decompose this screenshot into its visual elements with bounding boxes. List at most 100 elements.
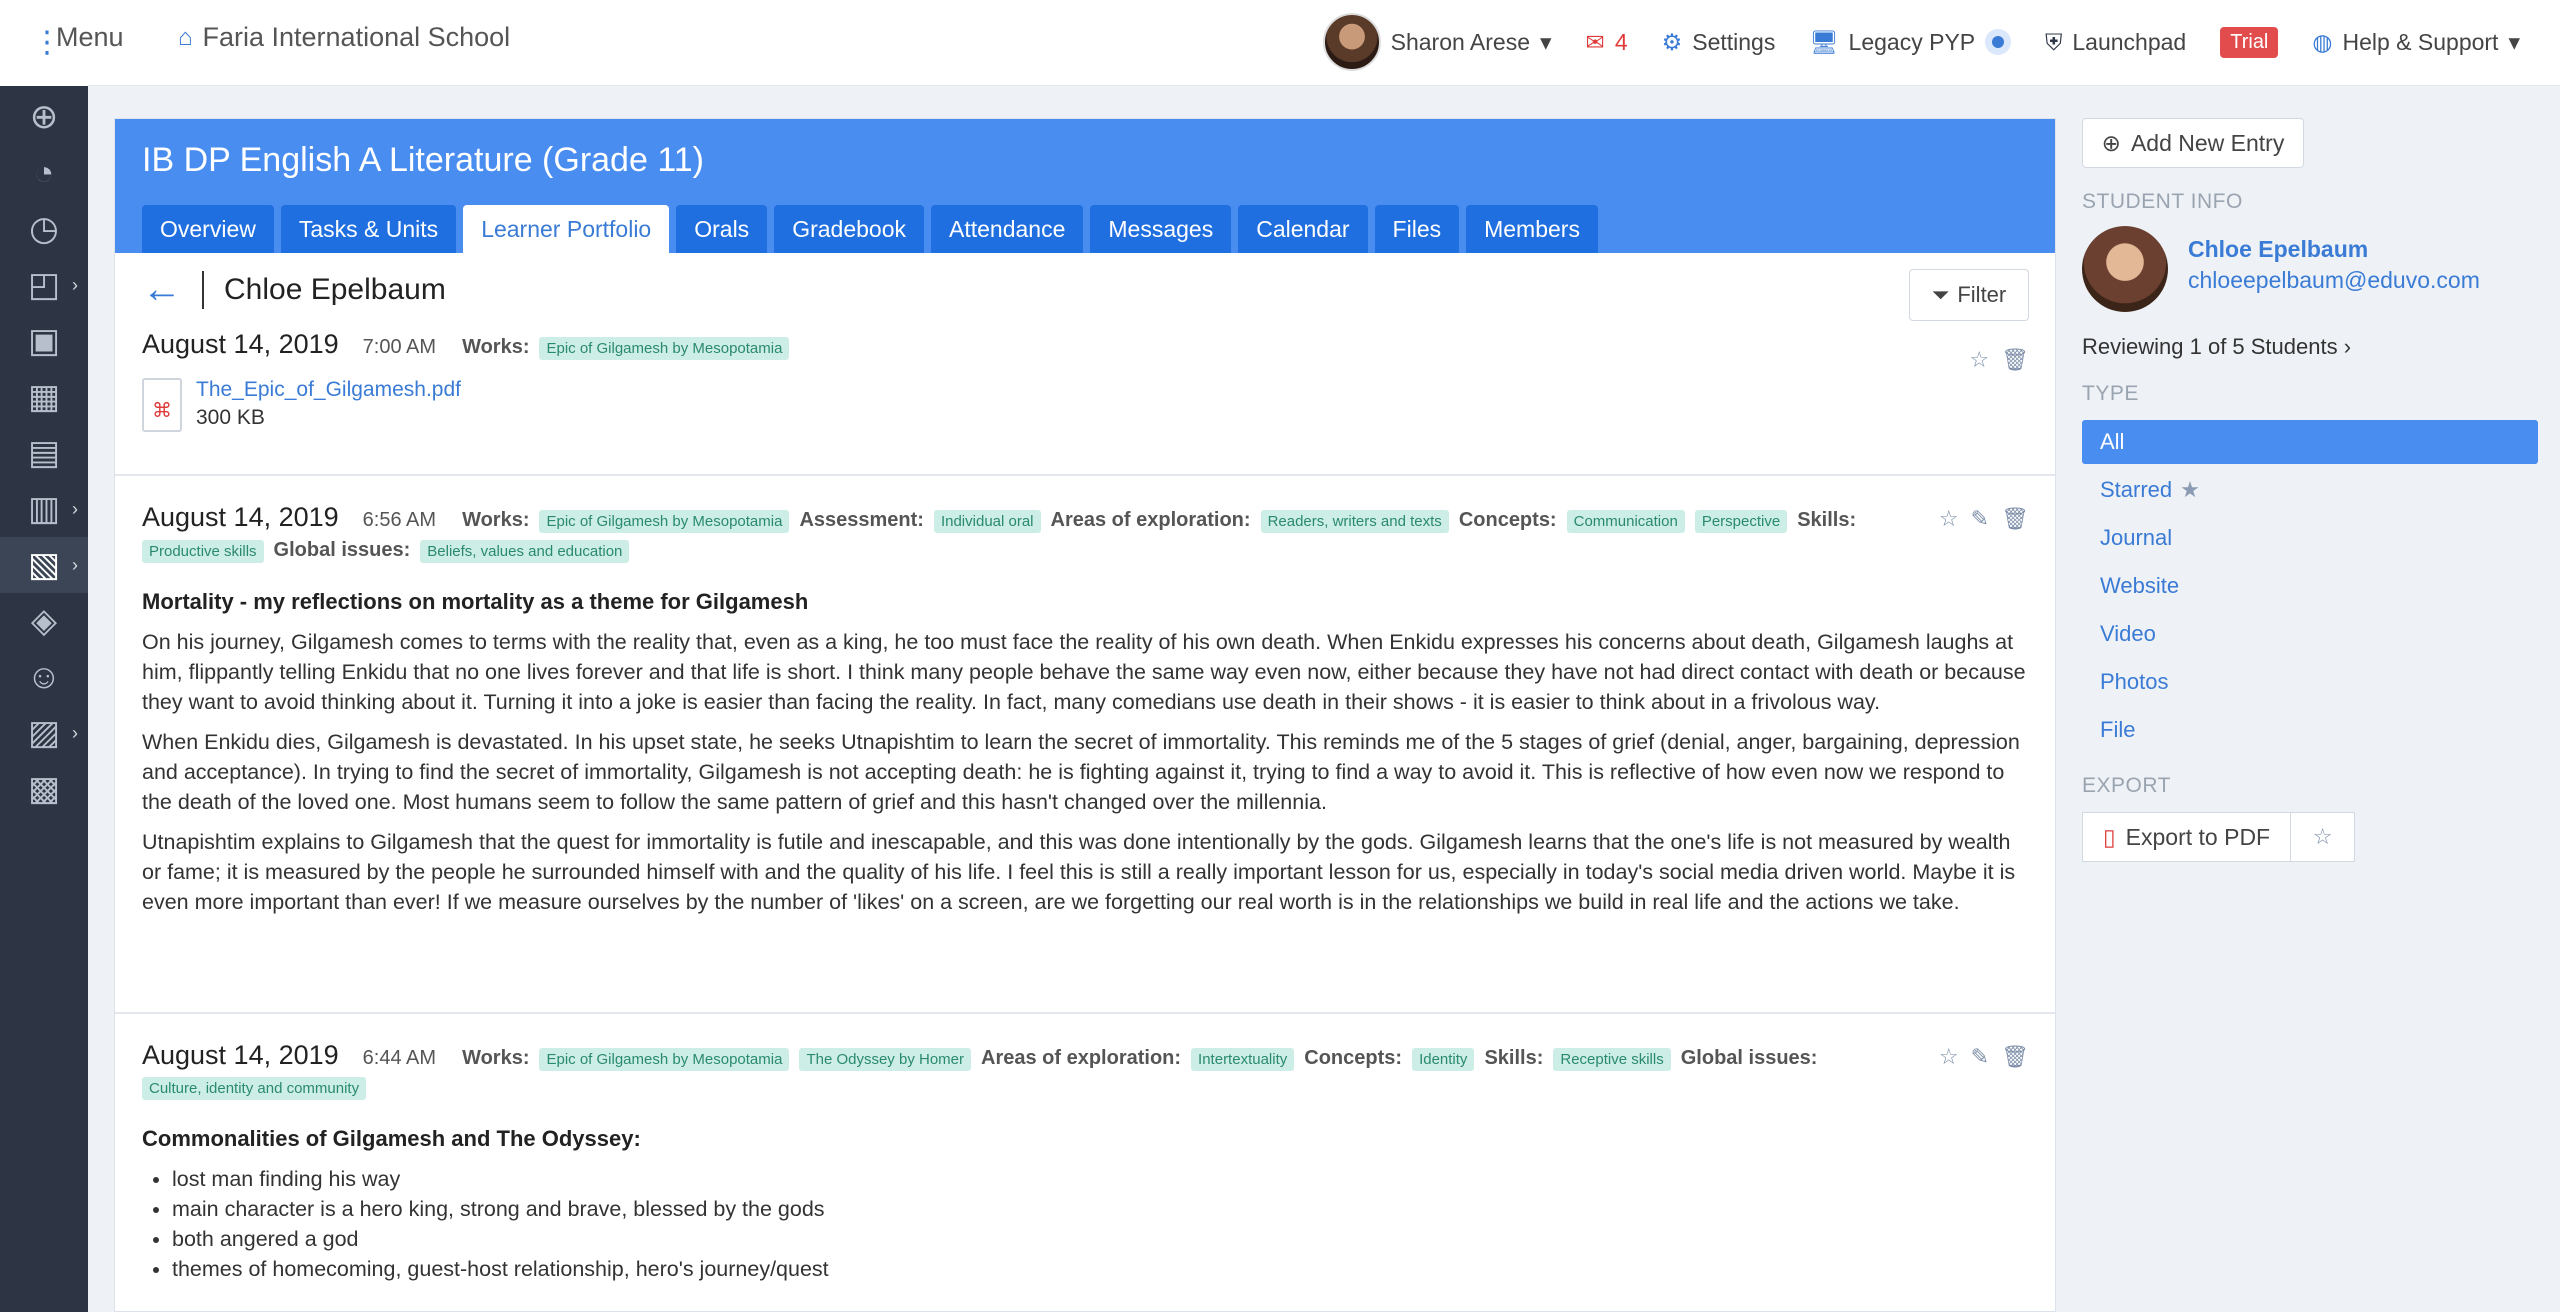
works-tag[interactable]: Epic of Gilgamesh by Mesopotamia — [539, 337, 790, 360]
rail-calendar[interactable]: ▩ — [0, 761, 88, 817]
concept-tag[interactable]: Identity — [1412, 1048, 1475, 1071]
rail-reports[interactable]: ▤ — [0, 425, 88, 481]
globe-icon: ◍ — [2312, 28, 2333, 55]
entry-date: August 14, 2019 — [142, 1040, 339, 1070]
launchpad-label: Launchpad — [2072, 28, 2187, 55]
legacy-pyp-button[interactable]: 🖥 Legacy PYP — [1809, 28, 2012, 56]
student-name-link[interactable]: Chloe Epelbaum — [2188, 236, 2480, 263]
areas-label: Areas of exploration: — [1050, 509, 1251, 531]
rail-classes[interactable]: ▥ › — [0, 481, 88, 537]
assessment-tag[interactable]: Individual oral — [933, 510, 1041, 533]
trial-badge: Trial — [2220, 26, 2279, 58]
works-label: Works: — [462, 336, 530, 358]
help-support-menu[interactable]: ◍ Help & Support ▾ — [2312, 29, 2520, 56]
file-size: 300 KB — [196, 406, 265, 429]
gear-icon: ⚙ — [1661, 28, 1683, 55]
entry-actions: ☆ 🗑 — [1969, 347, 2029, 373]
mail-count: 4 — [1614, 28, 1628, 55]
file-link[interactable]: The_Epic_of_Gilgamesh.pdf — [196, 378, 461, 402]
reviewing-link[interactable]: Reviewing 1 of 5 Students › — [2082, 334, 2538, 360]
home-icon: ⌂ — [178, 23, 193, 51]
rail-teaching[interactable]: ▧ › — [0, 537, 88, 593]
export-label: EXPORT — [2082, 774, 2171, 797]
rail-timer[interactable]: ◷ — [0, 201, 88, 257]
concept-tag[interactable]: Communication — [1566, 510, 1685, 533]
trash-icon[interactable]: 🗑 — [2001, 506, 2029, 532]
areas-tag[interactable]: Readers, writers and texts — [1260, 510, 1449, 533]
type-video[interactable]: Video — [2082, 612, 2538, 656]
entry-actions: ☆ ✎ 🗑 — [1939, 506, 2029, 532]
rail-cube[interactable]: ◈ — [0, 593, 88, 649]
pencil-icon[interactable]: ✎ — [1971, 1044, 1989, 1070]
plus-circle-icon: ⊕ — [2101, 129, 2121, 156]
type-file[interactable]: File — [2082, 708, 2538, 752]
trash-icon[interactable]: 🗑 — [2001, 347, 2029, 373]
type-journal[interactable]: Journal — [2082, 516, 2538, 560]
add-entry-label: Add New Entry — [2130, 129, 2285, 156]
star-icon[interactable]: ☆ — [1939, 506, 1959, 532]
works-tag[interactable]: Epic of Gilgamesh by Mesopotamia — [539, 1048, 790, 1071]
files-icon: ▨ — [27, 714, 61, 752]
add-new-entry-button[interactable]: ⊕ Add New Entry — [2082, 118, 2304, 168]
star-icon: ☆ — [2312, 824, 2333, 849]
entry-time: 7:00 AM — [362, 336, 437, 358]
type-photos[interactable]: Photos — [2082, 660, 2538, 704]
reviewing-label: Reviewing 1 of 5 Students — [2082, 334, 2338, 359]
toggle-indicator[interactable] — [1985, 29, 2012, 55]
type-all[interactable]: All — [2082, 420, 2538, 464]
entry-meta: August 14, 2019 6:44 AM Works: Epic of G… — [142, 1040, 2028, 1100]
works-tag[interactable]: The Odyssey by Homer — [799, 1048, 971, 1071]
star-icon[interactable]: ☆ — [1969, 347, 1989, 373]
type-starred[interactable]: Starred ★ — [2082, 468, 2538, 512]
type-filter-list: All Starred ★ Journal Website Video Phot… — [2082, 420, 2538, 752]
rail-people[interactable]: ☺ — [0, 649, 88, 705]
rail-analytics[interactable]: ◰ › — [0, 257, 88, 313]
plus-circle-icon: ⊕ — [29, 98, 59, 136]
map-icon: ▦ — [27, 378, 61, 416]
list-item: main character is a hero king, strong an… — [172, 1194, 2028, 1224]
type-website[interactable]: Website — [2082, 564, 2538, 608]
rail-dashboard[interactable]: ◔ — [0, 145, 88, 201]
export-controls: ▯ Export to PDF ☆ — [2082, 812, 2538, 862]
briefcase-icon: ▣ — [27, 322, 61, 360]
user-menu[interactable]: Sharon Arese ▾ — [1322, 13, 1552, 71]
rail-map[interactable]: ▦ — [0, 369, 88, 425]
rail-add[interactable]: ⊕ — [0, 89, 88, 145]
student-info: Chloe Epelbaum chloeepelbaum@eduvo.com — [2082, 226, 2538, 312]
entry-meta: August 14, 2019 6:56 AM Works: Epic of G… — [142, 502, 2028, 563]
course-title: IB DP English A Literature (Grade 11) — [142, 141, 704, 179]
export-starred-button[interactable]: ☆ — [2291, 812, 2356, 862]
entry-paragraph: Utnapishtim explains to Gilgamesh that t… — [142, 830, 2016, 914]
student-email-link[interactable]: chloeepelbaum@eduvo.com — [2188, 267, 2480, 294]
works-tag[interactable]: Epic of Gilgamesh by Mesopotamia — [539, 510, 790, 533]
chevron-right-icon: › — [2343, 334, 2352, 359]
skills-tag[interactable]: Receptive skills — [1553, 1048, 1671, 1071]
star-icon[interactable]: ☆ — [1939, 1044, 1959, 1070]
concepts-label: Concepts: — [1304, 1047, 1403, 1069]
monitor-icon: 🖥 — [1809, 28, 1839, 55]
rail-files[interactable]: ▨ › — [0, 705, 88, 761]
launchpad-button[interactable]: ⛨ Launchpad — [2045, 29, 2186, 56]
rail-briefcase[interactable]: ▣ — [0, 313, 88, 369]
portfolio-entry: ☆ ✎ 🗑 August 14, 2019 6:44 AM Works: Epi… — [115, 1012, 2055, 1312]
skills-tag[interactable]: Productive skills — [142, 540, 264, 563]
caret-down-icon: ▾ — [1539, 28, 1552, 55]
global-issues-tag[interactable]: Culture, identity and community — [142, 1077, 367, 1100]
entry-title: Commonalities of Gilgamesh and The Odyss… — [142, 1126, 641, 1151]
user-name: Sharon Arese — [1390, 28, 1530, 55]
global-issues-tag[interactable]: Beliefs, values and education — [420, 540, 630, 563]
pencil-icon[interactable]: ✎ — [1971, 506, 1989, 532]
works-label: Works: — [462, 509, 530, 531]
concept-tag[interactable]: Perspective — [1694, 510, 1788, 533]
mail-button[interactable]: ✉ 4 — [1586, 29, 1628, 56]
trash-icon[interactable]: 🗑 — [2001, 1044, 2029, 1070]
school-link[interactable]: ⌂ Faria International School — [178, 22, 510, 53]
caret-down-icon: ▾ — [2508, 28, 2520, 55]
assessment-label: Assessment: — [799, 509, 924, 531]
areas-tag[interactable]: Intertextuality — [1191, 1048, 1295, 1071]
settings-button[interactable]: ⚙ Settings — [1662, 29, 1776, 56]
menu-label[interactable]: Menu — [56, 22, 124, 53]
portfolio-entry: ☆ 🗑 August 14, 2019 7:00 AM Works: Epic … — [115, 329, 2055, 479]
envelope-icon: ✉ — [1585, 28, 1605, 55]
export-pdf-button[interactable]: ▯ Export to PDF — [2082, 812, 2292, 862]
